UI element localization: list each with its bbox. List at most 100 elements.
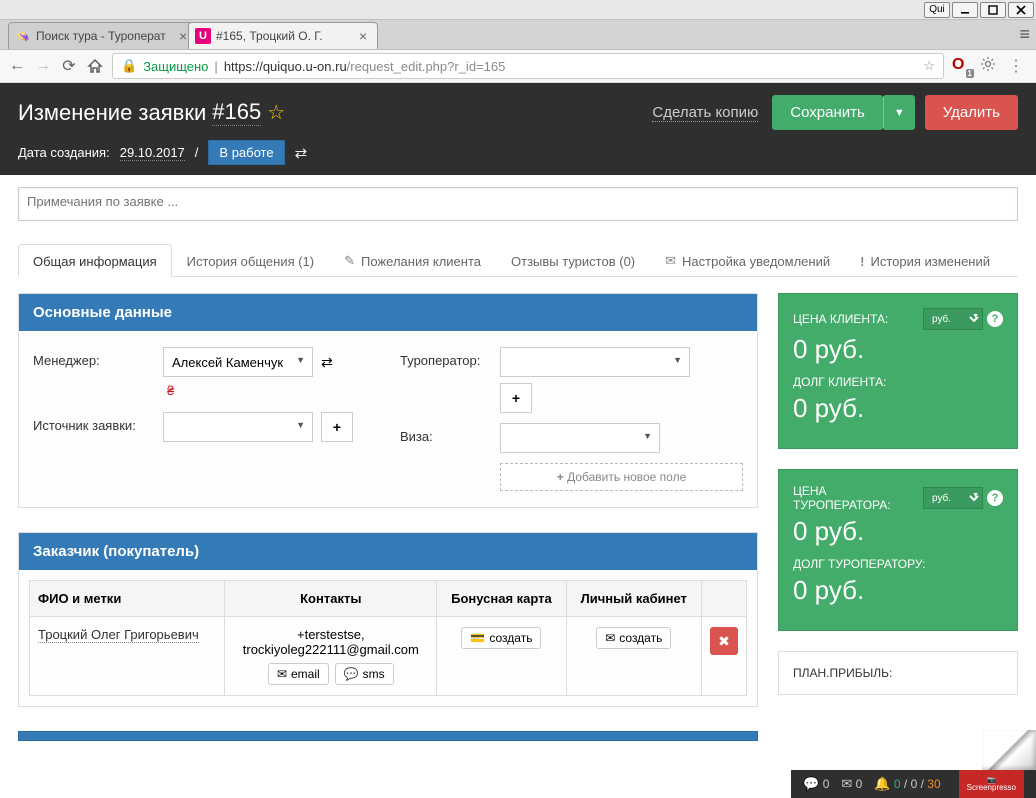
envelope-icon: ✉	[605, 631, 615, 645]
envelope-icon: ✉	[665, 253, 676, 269]
save-dropdown-button[interactable]: ▼	[883, 95, 915, 130]
window-maximize-button[interactable]	[980, 2, 1006, 18]
op-price-value: 0 руб.	[793, 516, 1003, 547]
window-minimize-button[interactable]	[952, 2, 978, 18]
source-select[interactable]	[163, 412, 313, 442]
help-icon[interactable]: ?	[987, 490, 1003, 506]
chat-count[interactable]: 💬 0	[803, 776, 829, 792]
client-debt-label: ДОЛГ КЛИЕНТА:	[793, 375, 886, 389]
panel-customer: Заказчик (покупатель) ФИО и метки Контак…	[18, 532, 758, 707]
delete-button[interactable]: Удалить	[925, 95, 1018, 130]
op-currency-select[interactable]: руб.	[923, 487, 983, 509]
sms-button[interactable]: 💬sms	[335, 663, 394, 685]
window-qui-button[interactable]: Qui	[924, 2, 950, 18]
add-source-button[interactable]: +	[321, 412, 353, 442]
tab-general[interactable]: Общая информация	[18, 244, 172, 277]
nav-home-icon[interactable]	[86, 57, 104, 75]
th-contacts: Контакты	[225, 581, 437, 617]
created-date-value[interactable]: 29.10.2017	[120, 145, 185, 161]
bottom-status-bar: 💬 0 ✉ 0 🔔 0 / 0 / 30 📷 Screenpresso	[791, 770, 1036, 798]
favicon-uon-icon: U	[195, 28, 211, 44]
visa-label: Виза:	[400, 423, 500, 444]
customer-name-link[interactable]: Троцкий Олег Григорьевич	[38, 627, 199, 643]
currency-symbol: ₴	[167, 383, 376, 398]
delete-customer-button[interactable]: ✖	[710, 627, 738, 655]
op-price-label: ЦЕНА ТУРОПЕРАТОРА:	[793, 484, 917, 512]
side-panel-client: ЦЕНА КЛИЕНТА: руб. ? 0 руб. ДОЛГ КЛИЕНТА…	[778, 293, 1018, 449]
nav-fwd-icon: →	[34, 57, 52, 75]
manager-label: Менеджер:	[33, 347, 163, 368]
notes-textarea[interactable]	[18, 187, 1018, 221]
tab-changes[interactable]: !История изменений	[845, 244, 1005, 277]
tab-reviews[interactable]: Отзывы туристов (0)	[496, 244, 650, 277]
op-debt-label: ДОЛГ ТУРОПЕРАТОРУ:	[793, 557, 926, 571]
create-bonus-button[interactable]: 💳создать	[461, 627, 541, 649]
exclaim-icon: !	[860, 254, 864, 269]
envelope-icon: ✉	[277, 667, 287, 681]
page-title: Изменение заявки #165 ☆	[18, 99, 285, 126]
visa-select[interactable]	[500, 423, 660, 453]
customer-phone: +terstestse,	[233, 627, 428, 642]
window-close-button[interactable]	[1008, 2, 1034, 18]
client-debt-value: 0 руб.	[793, 393, 1003, 424]
edit-icon: ✎	[344, 253, 355, 269]
mail-count[interactable]: ✉ 0	[841, 776, 862, 792]
extension-gear-icon[interactable]	[980, 56, 1000, 76]
status-badge[interactable]: В работе	[208, 140, 284, 165]
browser-tab-2-title: #165, Троцкий О. Г.	[216, 29, 354, 43]
card-icon: 💳	[470, 631, 485, 645]
address-bar[interactable]: 🔒 Защищено | https://quiquo.u-on.ru/requ…	[112, 53, 944, 79]
page-content: Изменение заявки #165 ☆ Сделать копию Со…	[0, 83, 1036, 798]
addr-separator: |	[214, 59, 217, 74]
client-currency-select[interactable]: руб.	[923, 308, 983, 330]
client-price-label: ЦЕНА КЛИЕНТА:	[793, 312, 888, 326]
shuffle-icon[interactable]: ⇄	[295, 144, 308, 162]
side-panel-operator: ЦЕНА ТУРОПЕРАТОРА: руб. ? 0 руб. ДОЛГ ТУ…	[778, 469, 1018, 631]
tab-history[interactable]: История общения (1)	[172, 244, 329, 277]
url-text: https://quiquo.u-on.ru/request_edit.php?…	[224, 59, 506, 74]
panel-title-main: Основные данные	[19, 294, 757, 331]
save-button[interactable]: Сохранить	[772, 95, 883, 130]
operator-select[interactable]	[500, 347, 690, 377]
nav-reload-icon[interactable]: ⟳	[60, 57, 78, 75]
email-button[interactable]: ✉email	[268, 663, 329, 685]
favicon-tour-icon: 👒	[15, 28, 31, 44]
help-icon[interactable]: ?	[987, 311, 1003, 327]
th-cabinet: Личный кабинет	[566, 581, 701, 617]
customer-row: Троцкий Олег Григорьевич +terstestse, tr…	[30, 617, 747, 696]
favorite-star-icon[interactable]: ☆	[267, 100, 285, 125]
add-operator-button[interactable]: +	[500, 383, 532, 413]
browser-overflow-icon[interactable]: ⋮	[1008, 56, 1028, 76]
lock-icon: 🔒	[121, 58, 137, 74]
panel-main-data: Основные данные Менеджер: Алексей Каменч…	[18, 293, 758, 508]
panel-title-customer: Заказчик (покупатель)	[19, 533, 757, 570]
th-bonus: Бонусная карта	[437, 581, 566, 617]
bell-icon: 🔔	[874, 776, 890, 791]
tab-wishes[interactable]: ✎Пожелания клиента	[329, 244, 496, 277]
side-panel-profit: ПЛАН.ПРИБЫЛЬ:	[778, 651, 1018, 695]
comment-icon: 💬	[803, 776, 819, 791]
comment-icon: 💬	[344, 667, 359, 681]
add-field-button[interactable]: + Добавить новое поле	[500, 463, 743, 491]
create-cabinet-button[interactable]: ✉создать	[596, 627, 671, 649]
bell-counts[interactable]: 🔔 0 / 0 / 30	[874, 776, 940, 792]
op-debt-value: 0 руб.	[793, 575, 1003, 606]
browser-tab-1[interactable]: 👒 Поиск тура - Туроперат ×	[8, 22, 198, 49]
browser-menu-icon[interactable]: ≡	[1019, 24, 1030, 45]
shuffle-manager-icon[interactable]: ⇄	[321, 354, 333, 371]
manager-select[interactable]: Алексей Каменчук	[163, 347, 313, 377]
source-label: Источник заявки:	[33, 412, 163, 433]
screenpresso-badge: 📷 Screenpresso	[959, 770, 1024, 798]
nav-back-icon[interactable]: ←	[8, 57, 26, 75]
browser-tab-1-title: Поиск тура - Туроперат	[36, 29, 174, 43]
plan-profit-label: ПЛАН.ПРИБЫЛЬ:	[793, 666, 1003, 680]
customer-email: trockiyoleg222111@gmail.com	[233, 642, 428, 657]
make-copy-link[interactable]: Сделать копию	[652, 104, 758, 122]
browser-tab-2[interactable]: U #165, Троцкий О. Г. ×	[188, 22, 378, 49]
bookmark-star-icon[interactable]: ☆	[923, 58, 935, 74]
secure-label: Защищено	[143, 59, 208, 74]
extension-opera-icon[interactable]: O1	[952, 56, 972, 76]
close-icon[interactable]: ×	[359, 28, 371, 44]
tab-notifications[interactable]: ✉Настройка уведомлений	[650, 244, 845, 277]
client-price-value: 0 руб.	[793, 334, 1003, 365]
